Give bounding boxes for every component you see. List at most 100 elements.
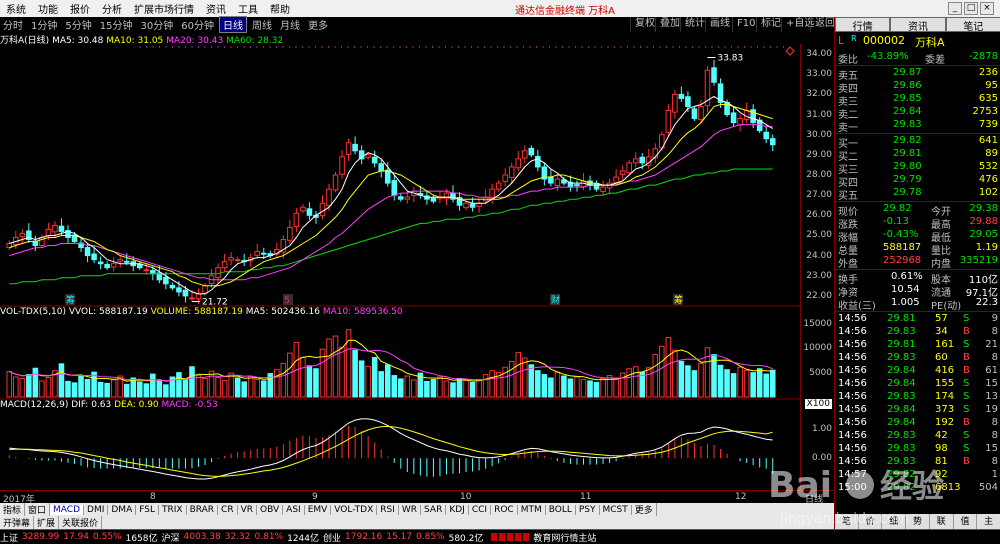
- period-tab-weekly[interactable]: 周线: [249, 17, 275, 32]
- indicator-tab[interactable]: VOL-TDX: [331, 504, 378, 515]
- period-tab-more[interactable]: 更多: [305, 17, 331, 32]
- event-marker-label[interactable]: 财: [551, 294, 560, 306]
- indicator-tab[interactable]: DMI: [84, 504, 109, 515]
- indicator-tab[interactable]: 窗口: [25, 503, 51, 516]
- indicator-tab[interactable]: 更多: [632, 503, 657, 516]
- minimize-icon[interactable]: _: [948, 2, 962, 15]
- indicator-tab[interactable]: BRAR: [187, 504, 219, 515]
- menu-item-quote[interactable]: 报价: [64, 1, 96, 16]
- period-tab-5min[interactable]: 5分钟: [62, 17, 94, 32]
- guide-dot: [698, 46, 700, 48]
- tab-news[interactable]: 资讯: [890, 17, 946, 33]
- danmaku-tab[interactable]: 开弹幕: [0, 516, 35, 529]
- indicator-tab[interactable]: OBV: [257, 504, 284, 515]
- menu-item-info[interactable]: 资讯: [200, 1, 232, 16]
- indicator-tab[interactable]: KDJ: [446, 504, 469, 515]
- period-tab-daily[interactable]: 日线: [218, 16, 247, 33]
- indicator-tab[interactable]: 指标: [0, 503, 26, 516]
- diamond-icon[interactable]: [785, 46, 795, 56]
- indicator-tab[interactable]: DMA: [108, 504, 137, 515]
- event-marker-label[interactable]: 5: [284, 296, 290, 306]
- guide-dot: [256, 46, 258, 48]
- indicator-tab[interactable]: CCI: [469, 504, 492, 515]
- guide-dot: [678, 46, 681, 48]
- panel-divider: [835, 65, 1000, 66]
- indicator-tab[interactable]: MCST: [600, 504, 632, 515]
- indicator-tab[interactable]: VR: [238, 504, 258, 515]
- volume-bar: [515, 352, 522, 398]
- quote-label-2: 内盘: [931, 259, 951, 270]
- related-quote-tab[interactable]: 关联报价: [59, 516, 103, 529]
- menu-item-extended-market[interactable]: 扩展市场行情: [128, 1, 200, 16]
- menu-item-system[interactable]: 系统: [0, 1, 32, 16]
- indicator-tab[interactable]: TRIX: [159, 504, 187, 515]
- volume-bar: [287, 352, 293, 398]
- guide-dot: [288, 46, 291, 48]
- period-tab-monthly[interactable]: 月线: [277, 17, 303, 32]
- quote-row: 涨跌 -0.13 最高 29.88: [835, 216, 1000, 231]
- candle-body: [371, 156, 378, 164]
- tick-volume: 192: [935, 417, 955, 428]
- period-tab-30min[interactable]: 30分钟: [137, 17, 176, 32]
- tick-price: 29.83: [887, 430, 916, 441]
- tick-count: 13: [985, 391, 998, 402]
- indicator-tab[interactable]: EMV: [305, 504, 332, 515]
- kline-chart-area[interactable]: 33.83 21.72 筹 5 财 筹: [0, 44, 800, 490]
- indicator-tab[interactable]: RSI: [377, 504, 399, 515]
- guide-dot: [574, 46, 577, 48]
- draw-button[interactable]: 画线: [705, 17, 734, 32]
- volume-bar: [730, 373, 737, 398]
- indicator-tab[interactable]: ROC: [491, 504, 518, 515]
- stat-value: 10.54: [891, 284, 920, 295]
- guide-dot: [275, 46, 278, 48]
- candle-body: [391, 180, 398, 196]
- guide-dot: [464, 46, 466, 48]
- indicator-tab[interactable]: MTM: [518, 504, 546, 515]
- indicator-tab[interactable]: SAR: [421, 504, 447, 515]
- ma10-line: [9, 104, 773, 287]
- server-name[interactable]: 教育网行情主站: [533, 531, 596, 544]
- indicator-tab[interactable]: BOLL: [546, 504, 576, 515]
- volume-bar: [78, 375, 84, 398]
- guide-dot: [451, 46, 453, 48]
- tab-quote[interactable]: 行情: [835, 17, 891, 33]
- menu-item-help[interactable]: 帮助: [264, 1, 296, 16]
- price-axis-label: 29.00: [806, 149, 832, 160]
- volume-axis-label: 10000: [803, 343, 832, 354]
- period-tab-15min[interactable]: 15分钟: [97, 17, 136, 32]
- indicator-tab[interactable]: ASI: [283, 504, 305, 515]
- guide-dot: [548, 46, 551, 48]
- volume-bar: [626, 368, 632, 398]
- volume-bar: [221, 379, 228, 398]
- maximize-icon[interactable]: □: [964, 2, 978, 15]
- period-tab-intraday[interactable]: 分时: [0, 17, 26, 32]
- volume-bar: [424, 380, 430, 398]
- candle-body: [384, 169, 391, 184]
- candle-body: [632, 158, 639, 164]
- menu-item-tools[interactable]: 工具: [232, 1, 264, 16]
- tick-time: 14:56: [838, 313, 867, 324]
- guide-dot: [776, 46, 778, 48]
- guide-dot: [626, 46, 629, 48]
- price-axis-label: 28.00: [806, 170, 832, 180]
- volume-bar: [300, 357, 306, 398]
- extension-tab[interactable]: 扩展: [34, 516, 60, 529]
- menu-item-analysis[interactable]: 分析: [96, 1, 128, 16]
- cy-value: 1792.16: [345, 532, 383, 542]
- ma5-line: [9, 95, 773, 295]
- period-tab-60min[interactable]: 60分钟: [178, 17, 217, 32]
- event-marker-label[interactable]: 筹: [66, 294, 75, 306]
- event-marker-label[interactable]: 筹: [674, 294, 683, 306]
- indicator-tab[interactable]: PSY: [576, 504, 600, 515]
- period-tab-1min[interactable]: 1分钟: [28, 17, 60, 32]
- indicator-tab[interactable]: MACD: [50, 504, 85, 515]
- menu-bar: 系统 功能 报价 分析 扩展市场行情 资讯 工具 帮助 通达信金融终端 万科A …: [0, 0, 1000, 17]
- indicator-tab[interactable]: WR: [399, 504, 422, 515]
- watermark-brand-2: 经验: [880, 467, 944, 505]
- volume-bar: [45, 377, 52, 398]
- indicator-tab[interactable]: CR: [218, 504, 238, 515]
- indicator-tab[interactable]: FSL: [136, 504, 159, 515]
- menu-item-function[interactable]: 功能: [32, 1, 64, 16]
- tab-notes[interactable]: 笔记: [945, 17, 1000, 33]
- close-icon[interactable]: ×: [980, 2, 994, 15]
